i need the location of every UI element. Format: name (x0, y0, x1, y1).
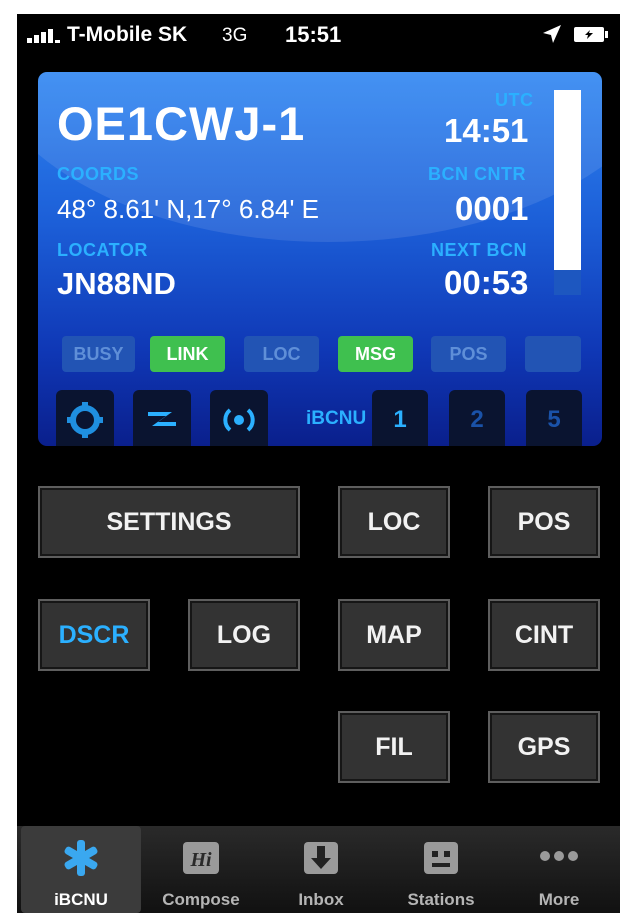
utc-time: 14:51 (444, 112, 529, 149)
carrier-name: T-Mobile SK (67, 23, 188, 46)
signal-strength-icon (27, 27, 61, 43)
tabbar-item-inbox[interactable]: Inbox (261, 826, 381, 913)
callsign: OE1CWJ-1 (57, 97, 306, 150)
status-time: 15:51 (285, 22, 342, 47)
link-indicator: LINK (150, 336, 225, 372)
gps-button[interactable]: GPS (488, 711, 600, 783)
tab-crosshair[interactable] (56, 390, 114, 446)
tabbar-label-ibcnu: iBCNU (54, 890, 108, 909)
bcn-cntr-label: BCN CNTR (428, 164, 526, 184)
tab-1[interactable]: 1 (372, 390, 428, 446)
settings-button[interactable]: SETTINGS (38, 486, 300, 558)
tabbar-label-inbox: Inbox (298, 890, 344, 909)
cint-button[interactable]: CINT (488, 599, 600, 671)
log-button[interactable]: LOG (188, 599, 300, 671)
network-type: 3G (222, 25, 248, 46)
tabbar-item-stations[interactable]: Stations (381, 826, 501, 913)
dscr-button[interactable]: DSCR (38, 599, 150, 671)
ibcnu-mode-label: iBCNU (306, 408, 367, 429)
inbox-icon (304, 842, 338, 874)
tab-2[interactable]: 2 (449, 390, 505, 446)
compose-icon: Hi (183, 842, 219, 874)
tabbar-item-compose[interactable]: Hi Compose (141, 826, 261, 913)
tabbar-label-more: More (538, 890, 580, 909)
tabbar-item-more[interactable]: More (499, 826, 619, 913)
msg-indicator: MSG (338, 336, 413, 372)
tab-broadcast[interactable] (210, 390, 268, 446)
phone-screen: T-Mobile SK 3G 15:51 OE1CWJ-1 UTC 14:51 … (17, 14, 620, 913)
beacon-level-fill (554, 90, 581, 270)
utc-label: UTC (495, 90, 534, 110)
beacon-level-bar (554, 90, 581, 295)
tab-1-label: 1 (393, 406, 407, 433)
broadcast-icon (223, 408, 255, 432)
tabbar-label-compose: Compose (162, 890, 240, 909)
tabbar-label-stations: Stations (407, 890, 475, 909)
next-bcn-label: NEXT BCN (431, 240, 528, 260)
bottom-tab-bar: iBCNU Hi Compose Inbox Stations More (17, 826, 620, 913)
locator-value: JN88ND (57, 266, 176, 301)
next-bcn-value: 00:53 (444, 264, 529, 301)
svg-text:Hi: Hi (189, 849, 212, 871)
tab-2-label: 2 (470, 406, 484, 433)
coords-value: 48° 8.61' N,17° 6.84' E (57, 194, 320, 224)
location-arrow-icon (543, 25, 561, 43)
crosshair-icon (67, 402, 103, 438)
loc-button[interactable]: LOC (338, 486, 450, 558)
blank-indicator (525, 336, 581, 372)
fil-button[interactable]: FIL (338, 711, 450, 783)
pos-button[interactable]: POS (488, 486, 600, 558)
map-button[interactable]: MAP (338, 599, 450, 671)
bcn-cntr-value: 0001 (455, 190, 529, 227)
more-icon (540, 851, 578, 861)
pos-indicator: POS (431, 336, 506, 372)
loc-indicator: LOC (244, 336, 319, 372)
tab-5-label: 5 (547, 406, 561, 433)
stations-icon (424, 842, 458, 874)
locator-label: LOCATOR (57, 240, 148, 260)
beacon-info-panel: OE1CWJ-1 UTC 14:51 COORDS 48° 8.61' N,17… (38, 72, 602, 446)
coords-label: COORDS (57, 164, 140, 184)
busy-indicator: BUSY (62, 336, 135, 372)
lightning-icon (148, 412, 176, 426)
tabbar-item-ibcnu[interactable]: iBCNU (21, 826, 141, 913)
asterisk-icon (64, 840, 98, 876)
status-bar: T-Mobile SK 3G 15:51 (17, 14, 620, 56)
tab-5[interactable]: 5 (526, 390, 582, 446)
battery-icon (574, 27, 608, 42)
tab-lightning[interactable] (133, 390, 191, 446)
